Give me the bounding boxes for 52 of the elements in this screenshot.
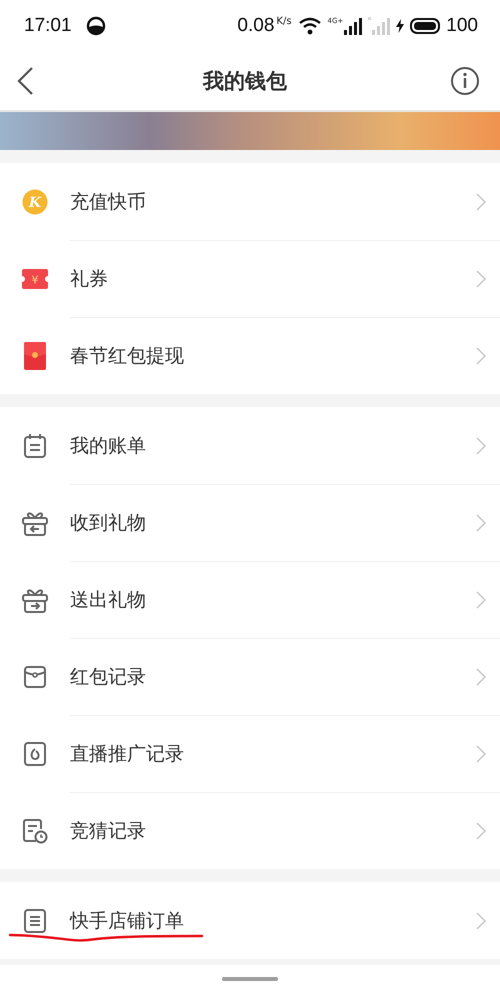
menu-item[interactable]: K 充值快币 bbox=[0, 163, 500, 240]
menu-item-label: 收到礼物 bbox=[70, 510, 147, 536]
flame-icon bbox=[24, 742, 46, 766]
document-clock-icon bbox=[22, 818, 48, 844]
document-icon bbox=[24, 908, 46, 932]
menu-item[interactable]: ¥ 礼券 bbox=[0, 240, 500, 317]
menu-item[interactable]: 竞猜记录 bbox=[0, 792, 500, 869]
chevron-icon bbox=[476, 192, 486, 210]
signal-icon bbox=[344, 17, 362, 35]
chevron-icon bbox=[476, 590, 486, 608]
charging-icon bbox=[396, 19, 404, 33]
menu-item-label: 直播推广记录 bbox=[70, 742, 185, 766]
menu-item[interactable]: 送出礼物 bbox=[0, 561, 500, 638]
chevron-icon bbox=[476, 346, 486, 364]
chevron-icon bbox=[476, 270, 486, 288]
chevron-icon bbox=[476, 668, 486, 686]
chevron-icon bbox=[476, 744, 486, 762]
menu-item-label: 红包记录 bbox=[70, 664, 147, 690]
battery-level: 100 bbox=[446, 15, 478, 37]
menu-item[interactable]: 红包记录 bbox=[0, 638, 500, 715]
chevron-icon bbox=[476, 822, 486, 840]
menu-item-label: 春节红包提现 bbox=[70, 344, 185, 368]
gift-arrow-left-icon bbox=[22, 510, 48, 536]
info-icon[interactable] bbox=[450, 66, 480, 96]
page-title: 我的钱包 bbox=[202, 68, 288, 95]
coin-icon: K bbox=[22, 188, 48, 214]
money-envelope-icon bbox=[24, 342, 46, 370]
chevron-icon bbox=[476, 436, 486, 454]
menu-item[interactable]: 我的账单 bbox=[0, 407, 500, 484]
app-notification-icon bbox=[86, 16, 106, 36]
speed-unit: K/s bbox=[276, 16, 292, 27]
menu-item-label: 礼券 bbox=[70, 266, 109, 292]
menu-item[interactable]: 直播推广记录 bbox=[0, 715, 500, 792]
calendar-icon bbox=[23, 432, 47, 458]
chevron-icon bbox=[476, 514, 486, 532]
menu-item[interactable]: 快手店铺订单 bbox=[0, 882, 500, 959]
battery-icon bbox=[410, 18, 440, 34]
menu-item-label: 送出礼物 bbox=[70, 588, 147, 612]
wifi-icon bbox=[298, 17, 322, 35]
menu-item-label: 我的账单 bbox=[70, 434, 147, 458]
menu-item[interactable]: 收到礼物 bbox=[0, 484, 500, 561]
menu-item-label: 快手店铺订单 bbox=[70, 908, 185, 934]
menu-item-label: 竞猜记录 bbox=[70, 818, 147, 844]
menu-item[interactable]: 春节红包提现 bbox=[0, 317, 500, 394]
chevron-icon bbox=[476, 912, 486, 930]
status-time: 17:01 bbox=[24, 15, 72, 37]
ticket-icon: ¥ bbox=[22, 268, 48, 288]
signal-icon bbox=[368, 17, 390, 35]
gift-arrow-right-icon bbox=[22, 586, 48, 612]
menu-item-label: 充值快币 bbox=[70, 190, 147, 214]
network-speed: 0.08 bbox=[237, 15, 274, 37]
envelope-icon bbox=[23, 664, 47, 688]
